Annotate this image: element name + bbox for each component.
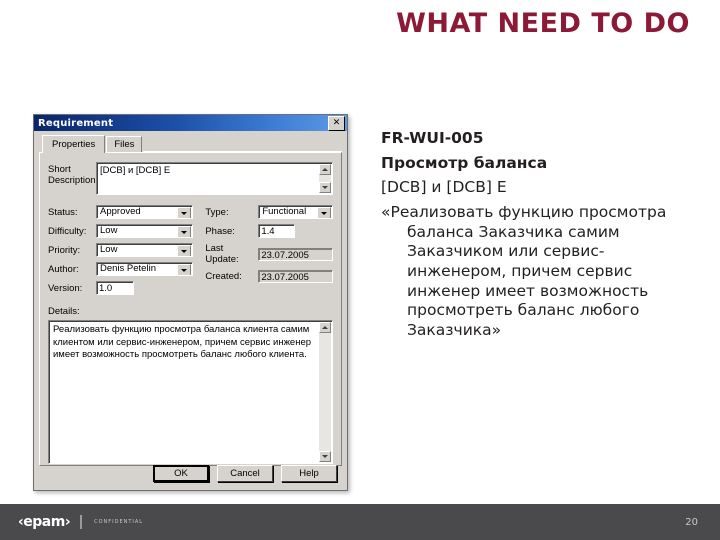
details-value: Реализовать функцию просмотра баланса кл… bbox=[53, 324, 312, 360]
field-author-label: Author: bbox=[48, 263, 79, 275]
properties-column-right: Type: Functional Phase: 1.4 Last Update:… bbox=[205, 205, 333, 295]
properties-grid: Status: Approved Difficulty: Low Priorit… bbox=[48, 205, 333, 295]
requirement-id: FR-WUI-005 bbox=[381, 129, 484, 147]
scroll-up-icon[interactable] bbox=[319, 322, 331, 333]
type-combo-value: Functional bbox=[262, 206, 307, 217]
details-label: Details: bbox=[48, 306, 80, 317]
requirement-name: Просмотр баланса bbox=[381, 153, 548, 172]
details-field[interactable]: Реализовать функцию просмотра баланса кл… bbox=[48, 320, 333, 464]
priority-combo[interactable]: Low bbox=[96, 243, 194, 257]
requirement-description-panel: FR-WUI-005 Просмотр баланса [DCB] и [DCB… bbox=[381, 129, 693, 341]
requirement-short-description: [DCB] и [DCB] E bbox=[381, 178, 507, 197]
page-title: WHAT NEED TO DO bbox=[396, 8, 690, 39]
dialog-button-row: OK Cancel Help bbox=[34, 465, 347, 482]
field-difficulty-label: Difficulty: bbox=[48, 225, 87, 237]
field-type: Type: Functional bbox=[205, 205, 333, 219]
priority-combo-value: Low bbox=[100, 244, 118, 255]
field-type-label: Type: bbox=[205, 206, 229, 218]
details-scrollbar[interactable] bbox=[319, 322, 331, 462]
field-priority: Priority: Low bbox=[48, 243, 194, 257]
short-description-value: [DCB] и [DCB] E bbox=[100, 165, 171, 176]
status-combo-value: Approved bbox=[100, 206, 141, 217]
footer-divider bbox=[80, 515, 83, 529]
field-created-label: Created: bbox=[205, 271, 242, 282]
cancel-button[interactable]: Cancel bbox=[217, 465, 273, 482]
scrollbar-track[interactable] bbox=[319, 333, 331, 451]
field-last-update: Last Update: 23.07.2005 bbox=[205, 243, 333, 265]
properties-tab-panel: Short Description: [DCB] и [DCB] E Statu… bbox=[39, 152, 342, 466]
field-author: Author: Denis Petelin bbox=[48, 262, 194, 276]
tabstrip: Properties Files bbox=[39, 135, 342, 153]
chevron-down-icon[interactable] bbox=[177, 207, 192, 218]
field-phase-label: Phase: bbox=[205, 225, 235, 237]
field-created: Created: 23.07.2005 bbox=[205, 270, 333, 283]
page-number: 20 bbox=[685, 516, 698, 528]
field-last-update-label: Last Update: bbox=[205, 243, 239, 265]
author-combo[interactable]: Denis Petelin bbox=[96, 262, 194, 276]
difficulty-combo-value: Low bbox=[100, 225, 118, 236]
chevron-down-icon[interactable] bbox=[177, 245, 192, 256]
scroll-down-icon[interactable] bbox=[319, 451, 331, 462]
short-description-scrollbar[interactable] bbox=[319, 164, 331, 193]
status-combo[interactable]: Approved bbox=[96, 205, 194, 219]
phase-input[interactable]: 1.4 bbox=[258, 224, 296, 238]
requirement-dialog: Requirement ✕ Properties Files Short Des… bbox=[33, 114, 348, 491]
created-value: 23.07.2005 bbox=[258, 270, 333, 283]
last-update-value: 23.07.2005 bbox=[258, 247, 333, 261]
field-status-label: Status: bbox=[48, 206, 78, 218]
short-description-label: Short Description: bbox=[48, 164, 99, 186]
ok-button[interactable]: OK bbox=[153, 465, 209, 482]
dialog-title: Requirement bbox=[38, 117, 114, 129]
chevron-down-icon[interactable] bbox=[177, 226, 192, 237]
short-description-field[interactable]: [DCB] и [DCB] E bbox=[96, 162, 333, 195]
field-status: Status: Approved bbox=[48, 205, 194, 219]
field-phase: Phase: 1.4 bbox=[205, 224, 333, 238]
close-icon[interactable]: ✕ bbox=[328, 115, 345, 131]
chevron-down-icon[interactable] bbox=[317, 207, 331, 218]
author-combo-value: Denis Petelin bbox=[100, 263, 156, 274]
tab-properties[interactable]: Properties bbox=[42, 135, 106, 153]
type-combo[interactable]: Functional bbox=[258, 205, 333, 219]
field-version: Version: 1.0 bbox=[48, 281, 193, 295]
field-priority-label: Priority: bbox=[48, 244, 81, 256]
slide-footer: ‹epam› CONFIDENTIAL 20 bbox=[0, 504, 720, 540]
field-version-label: Version: bbox=[48, 282, 83, 294]
scroll-up-icon[interactable] bbox=[319, 164, 331, 175]
dialog-titlebar[interactable]: Requirement ✕ bbox=[34, 115, 347, 131]
tabstrip-filler bbox=[143, 151, 342, 152]
difficulty-combo[interactable]: Low bbox=[96, 224, 194, 238]
epam-logo: ‹epam› bbox=[18, 514, 71, 530]
version-input[interactable]: 1.0 bbox=[96, 281, 134, 295]
scroll-down-icon[interactable] bbox=[319, 182, 331, 193]
field-difficulty: Difficulty: Low bbox=[48, 224, 194, 238]
requirement-quote: «Реализовать функцию просмотра баланса З… bbox=[381, 203, 667, 340]
chevron-down-icon[interactable] bbox=[177, 264, 192, 275]
scrollbar-track[interactable] bbox=[319, 175, 331, 182]
tab-files[interactable]: Files bbox=[106, 136, 143, 152]
properties-column-left: Status: Approved Difficulty: Low Priorit… bbox=[48, 205, 194, 295]
confidential-label: CONFIDENTIAL bbox=[94, 519, 144, 525]
short-description-row: Short Description: [DCB] и [DCB] E bbox=[48, 162, 333, 195]
help-button[interactable]: Help bbox=[281, 465, 337, 482]
dialog-body: Properties Files Short Description: [DCB… bbox=[34, 131, 347, 490]
